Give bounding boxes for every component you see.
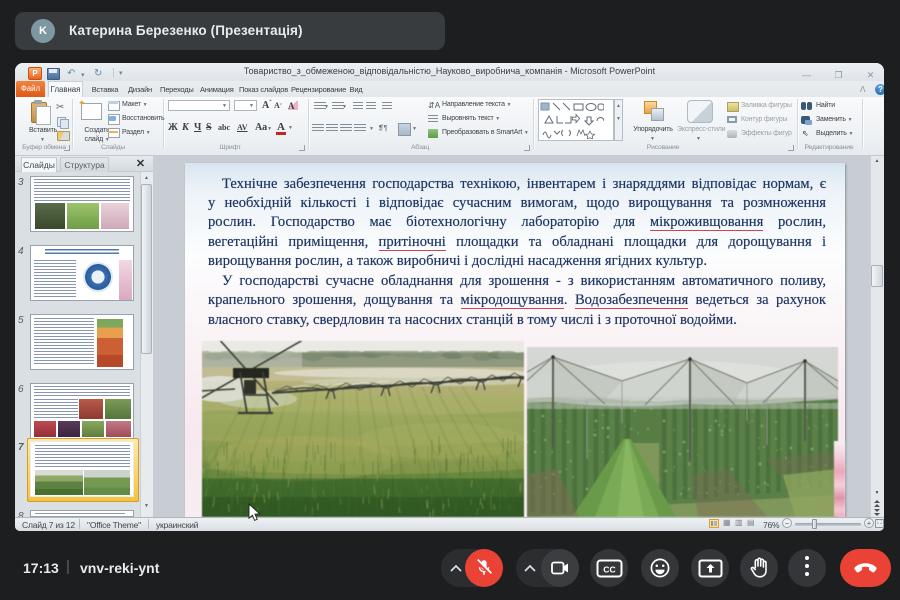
svg-text:CC: CC <box>603 564 615 574</box>
